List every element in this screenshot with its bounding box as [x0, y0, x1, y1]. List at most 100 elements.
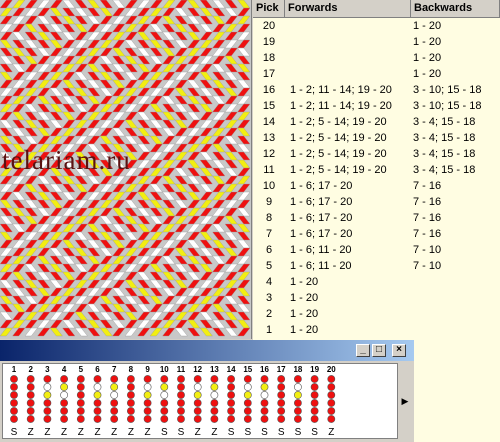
- card-hole[interactable]: [243, 383, 252, 391]
- card-hole[interactable]: [10, 375, 18, 383]
- card-hole[interactable]: [43, 415, 52, 423]
- card-threading-direction[interactable]: S: [161, 427, 168, 438]
- table-row[interactable]: 5 1 - 6; 11 - 20 7 - 10: [253, 258, 500, 274]
- table-row[interactable]: 3 1 - 20: [253, 290, 500, 306]
- card-hole[interactable]: [293, 383, 302, 391]
- card-hole[interactable]: [160, 383, 169, 391]
- card-hole[interactable]: [127, 415, 135, 423]
- card-threading-direction[interactable]: Z: [61, 427, 67, 438]
- card-hole[interactable]: [60, 391, 68, 399]
- card-hole[interactable]: [93, 415, 102, 423]
- card-threading-direction[interactable]: S: [311, 427, 318, 438]
- card-hole[interactable]: [177, 399, 185, 407]
- card-hole[interactable]: [93, 391, 102, 399]
- card-hole[interactable]: [210, 407, 219, 415]
- table-row[interactable]: 1 1 - 20: [253, 322, 500, 338]
- card-hole[interactable]: [127, 407, 135, 415]
- card-hole[interactable]: [243, 375, 252, 383]
- card-threading-direction[interactable]: S: [11, 427, 18, 438]
- table-row[interactable]: 20 1 - 20: [253, 18, 500, 34]
- card-hole[interactable]: [327, 399, 336, 407]
- card-hole[interactable]: [260, 407, 269, 415]
- table-row[interactable]: 4 1 - 20: [253, 274, 500, 290]
- card-hole[interactable]: [277, 399, 286, 407]
- card-hole[interactable]: [143, 399, 152, 407]
- card-hole[interactable]: [93, 407, 102, 415]
- card-hole[interactable]: [227, 399, 235, 407]
- card-hole[interactable]: [160, 399, 169, 407]
- table-row[interactable]: 14 1 - 2; 5 - 14; 19 - 20 3 - 4; 15 - 18: [253, 114, 500, 130]
- table-row[interactable]: 11 1 - 2; 5 - 14; 19 - 20 3 - 4; 15 - 18: [253, 162, 500, 178]
- card-hole[interactable]: [210, 415, 219, 423]
- card-hole[interactable]: [127, 399, 135, 407]
- card-hole[interactable]: [143, 375, 152, 383]
- card-hole[interactable]: [193, 407, 202, 415]
- card-hole[interactable]: [227, 391, 235, 399]
- card-hole[interactable]: [327, 391, 336, 399]
- card-hole[interactable]: [43, 375, 52, 383]
- table-row[interactable]: 9 1 - 6; 17 - 20 7 - 16: [253, 194, 500, 210]
- card-hole[interactable]: [143, 391, 152, 399]
- card-hole[interactable]: [160, 415, 169, 423]
- card-hole[interactable]: [93, 383, 102, 391]
- card-hole[interactable]: [293, 407, 302, 415]
- card-threading-direction[interactable]: Z: [145, 427, 151, 438]
- card-hole[interactable]: [293, 375, 302, 383]
- table-row[interactable]: 7 1 - 6; 17 - 20 7 - 16: [253, 226, 500, 242]
- card-threading-direction[interactable]: S: [261, 427, 268, 438]
- card-threading-direction[interactable]: Z: [128, 427, 134, 438]
- card-hole[interactable]: [160, 391, 169, 399]
- card-hole[interactable]: [243, 407, 252, 415]
- card-hole[interactable]: [227, 415, 235, 423]
- card-threading-direction[interactable]: Z: [78, 427, 84, 438]
- minimize-button[interactable]: _: [356, 344, 370, 357]
- card-hole[interactable]: [110, 383, 119, 391]
- card-hole[interactable]: [10, 407, 18, 415]
- card-hole[interactable]: [277, 391, 286, 399]
- card-hole[interactable]: [177, 407, 185, 415]
- table-row[interactable]: 13 1 - 2; 5 - 14; 19 - 20 3 - 4; 15 - 18: [253, 130, 500, 146]
- card-hole[interactable]: [26, 415, 35, 423]
- card-hole[interactable]: [26, 383, 35, 391]
- card-hole[interactable]: [310, 391, 319, 399]
- card-hole[interactable]: [193, 415, 202, 423]
- card-hole[interactable]: [110, 415, 119, 423]
- card-hole[interactable]: [193, 383, 202, 391]
- table-row[interactable]: 18 1 - 20: [253, 50, 500, 66]
- card-hole[interactable]: [160, 375, 169, 383]
- card-hole[interactable]: [310, 399, 319, 407]
- card-hole[interactable]: [26, 399, 35, 407]
- card-threading-direction[interactable]: Z: [195, 427, 201, 438]
- card-hole[interactable]: [76, 375, 85, 383]
- card-hole[interactable]: [243, 391, 252, 399]
- card-hole[interactable]: [110, 399, 119, 407]
- card-hole[interactable]: [110, 375, 119, 383]
- table-row[interactable]: 12 1 - 2; 5 - 14; 19 - 20 3 - 4; 15 - 18: [253, 146, 500, 162]
- table-row[interactable]: 6 1 - 6; 11 - 20 7 - 10: [253, 242, 500, 258]
- card-hole[interactable]: [327, 415, 336, 423]
- card-hole[interactable]: [43, 399, 52, 407]
- card-hole[interactable]: [227, 383, 235, 391]
- card-hole[interactable]: [26, 391, 35, 399]
- card-hole[interactable]: [277, 415, 286, 423]
- scroll-right-arrow-icon[interactable]: ▶: [398, 363, 412, 439]
- card-hole[interactable]: [76, 415, 85, 423]
- window-title-bar[interactable]: _ □ ×: [0, 340, 414, 361]
- card-threading-direction[interactable]: Z: [211, 427, 217, 438]
- card-hole[interactable]: [210, 375, 219, 383]
- card-hole[interactable]: [177, 383, 185, 391]
- close-button[interactable]: ×: [392, 344, 406, 357]
- card-hole[interactable]: [60, 399, 68, 407]
- card-hole[interactable]: [227, 375, 235, 383]
- card-hole[interactable]: [76, 407, 85, 415]
- card-hole[interactable]: [327, 383, 336, 391]
- card-hole[interactable]: [177, 391, 185, 399]
- card-threading-direction[interactable]: S: [244, 427, 251, 438]
- card-threading-direction[interactable]: S: [295, 427, 302, 438]
- column-header-backwards[interactable]: Backwards: [411, 0, 500, 17]
- card-hole[interactable]: [10, 391, 18, 399]
- table-row[interactable]: 2 1 - 20: [253, 306, 500, 322]
- card-hole[interactable]: [310, 407, 319, 415]
- card-hole[interactable]: [193, 391, 202, 399]
- card-hole[interactable]: [260, 375, 269, 383]
